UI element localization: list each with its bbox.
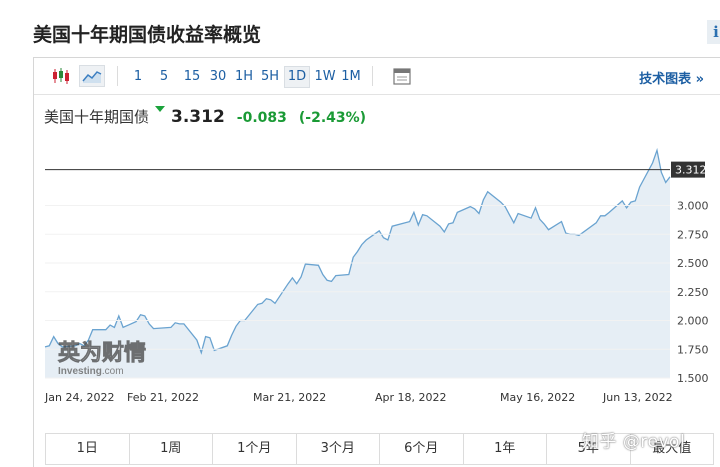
- watermark-brand-en: Investing: [58, 366, 102, 377]
- footer-watermark: 知乎 @revol: [582, 432, 686, 452]
- x-tick-label: Jun 13, 2022: [602, 391, 673, 404]
- range-1m-button[interactable]: 1个月: [213, 434, 297, 464]
- range-1d-button[interactable]: 1日: [46, 434, 130, 464]
- y-tick-label: 2.500: [677, 257, 709, 270]
- y-tick-label: 3.000: [677, 200, 709, 213]
- watermark-brand-cn: 英为财情: [58, 340, 146, 366]
- yield-chart[interactable]: 3.312 1.500 1.750 2.000 2.250 2.500 2.750 3.00…: [34, 58, 720, 433]
- x-tick-label: Feb 21, 2022: [127, 391, 199, 404]
- y-tick-label: 2.000: [677, 315, 709, 328]
- y-tick-label: 1.500: [677, 372, 709, 385]
- range-3m-button[interactable]: 3个月: [297, 434, 380, 464]
- y-tick-label: 2.250: [677, 286, 709, 299]
- x-tick-label: Mar 21, 2022: [253, 391, 326, 404]
- current-value-label: 3.312: [675, 164, 707, 177]
- info-icon[interactable]: i: [707, 20, 720, 44]
- range-1w-button[interactable]: 1周: [130, 434, 213, 464]
- range-6m-button[interactable]: 6个月: [380, 434, 464, 464]
- chart-widget: 1 5 15 30 1H 5H 1D 1W 1M 技术图表 » 美国十年期国债 …: [33, 57, 720, 467]
- x-tick-label: Apr 18, 2022: [375, 391, 447, 404]
- x-tick-label: Jan 24, 2022: [44, 391, 114, 404]
- y-tick-label: 2.750: [677, 228, 709, 241]
- page-title: 美国十年期国债收益率概览: [33, 24, 262, 46]
- y-tick-label: 1.750: [677, 343, 709, 356]
- x-tick-label: May 16, 2022: [500, 391, 575, 404]
- svg-text:Investing.com: Investing.com: [58, 366, 124, 377]
- range-1y-button[interactable]: 1年: [464, 434, 547, 464]
- watermark-brand-suffix: .com: [102, 366, 124, 377]
